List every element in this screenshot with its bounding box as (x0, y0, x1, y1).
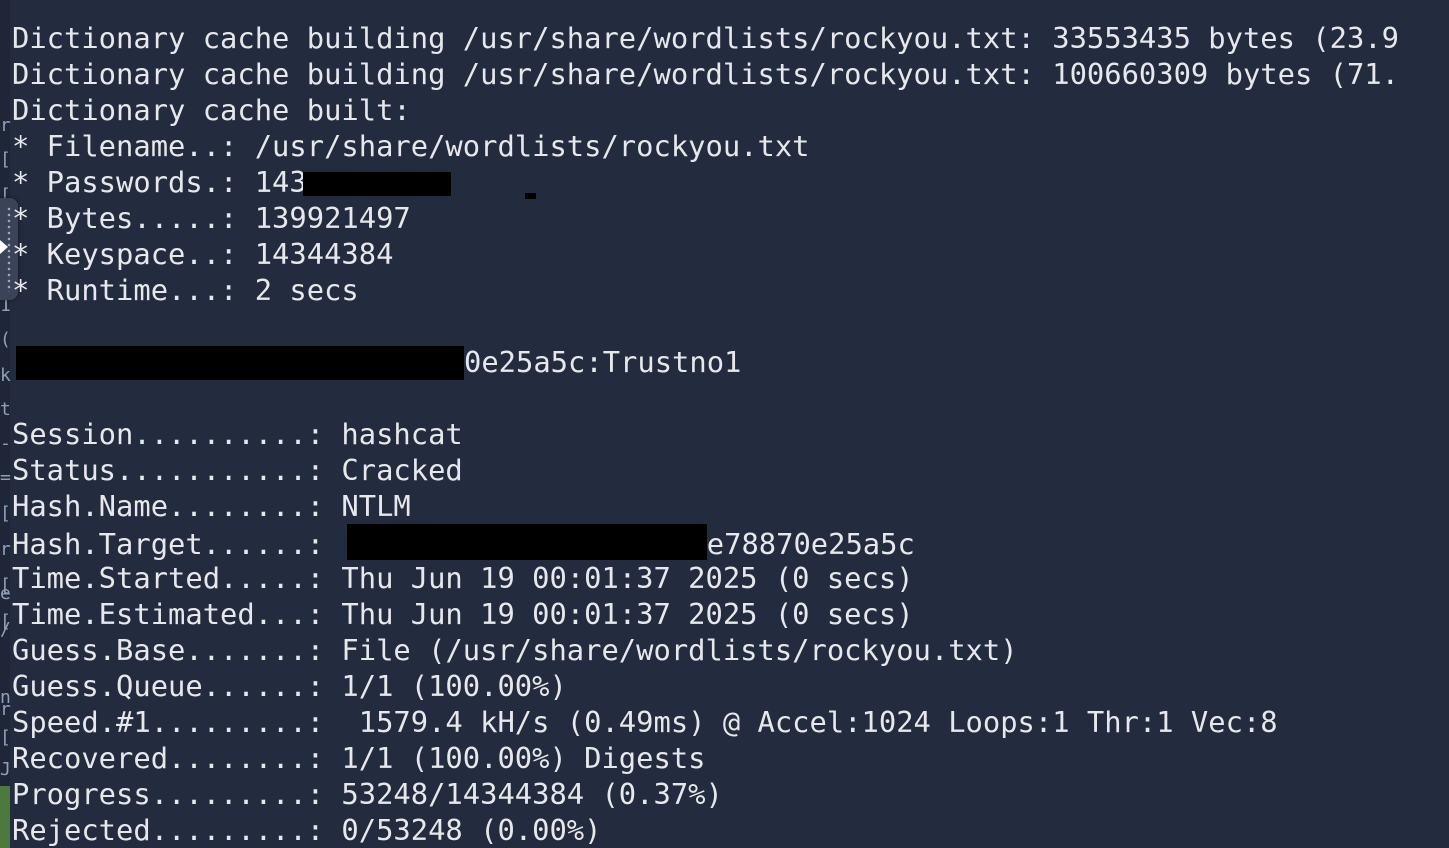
output-line: Time.Estimated...: Thu Jun 19 00:01:37 2… (12, 597, 914, 631)
output-line: Rejected.........: 0/53248 (0.00%) (12, 813, 602, 847)
output-line-blank (12, 308, 1449, 344)
output-line-hash-target: Hash.Target......: (e78870e25a5c (12, 524, 1449, 560)
edge-char: ( (0, 329, 11, 350)
output-line: Status...........: Cracked (12, 453, 463, 487)
edge-char: r (0, 115, 11, 136)
output-line: Dictionary cache building /usr/share/wor… (12, 57, 1399, 91)
output-line: * Runtime...: 2 secs (12, 273, 359, 307)
output-line: * Bytes.....: 139921497 (12, 201, 411, 235)
edge-char: / (0, 619, 11, 640)
output-line: Guess.Queue......: 1/1 (100.00%) (12, 669, 567, 703)
edge-char: [ (0, 149, 11, 170)
edge-char: r (0, 539, 11, 560)
edge-char: k (0, 365, 11, 386)
output-line: * Filename..: /usr/share/wordlists/rocky… (12, 129, 810, 163)
output-line: Speed.#1.........: 1579.4 kH/s (0.49ms) … (12, 705, 1278, 739)
output-line: Dictionary cache building /usr/share/wor… (12, 21, 1399, 55)
redaction-box (346, 524, 707, 560)
output-line: Time.Started.....: Thu Jun 19 00:01:37 2… (12, 561, 914, 595)
output-line: Progress.........: 53248/14344384 (0.37%… (12, 777, 723, 811)
hash-target-suffix: e78870e25a5c (706, 527, 915, 560)
redaction-box (302, 172, 451, 196)
redaction-box (16, 346, 464, 380)
output-line: Dictionary cache built: (12, 93, 411, 127)
edge-char: [ (0, 727, 11, 748)
output-line: Hash.Name........: NTLM (12, 489, 411, 523)
edge-char: t (0, 399, 11, 420)
edge-char: = (0, 467, 11, 488)
background-window-green-edge (0, 786, 10, 848)
terminal-window[interactable]: r [ [ 1 ( k t - = [ r [ [ e / n r [ J Di… (0, 0, 1449, 848)
hash-target-label: Hash.Target......: (12, 527, 342, 560)
edge-char: - (0, 433, 11, 454)
edge-char: [ (0, 503, 11, 524)
output-line-blank (12, 380, 1449, 416)
passwords-text: * Passwords.: 143 (12, 165, 307, 199)
expand-arrow-icon (0, 240, 8, 254)
output-line: Guess.Base.......: File (/usr/share/word… (12, 633, 1018, 667)
output-line: Recovered........: 1/1 (100.00%) Digests (12, 741, 706, 775)
output-line: * Keyspace..: 14344384 (12, 237, 394, 271)
edge-char: r (0, 699, 11, 720)
background-window-edge: r [ [ 1 ( k t - = [ r [ [ e / n r [ J (0, 0, 11, 848)
edge-char: J (0, 759, 11, 780)
edge-char: e (0, 583, 11, 604)
cracked-hash-text: 0e25a5c:Trustno1 (464, 345, 742, 379)
output-line-cracked: 0e25a5c:Trustno1 (12, 344, 1449, 380)
output-line-passwords: * Passwords.: 143 (12, 164, 1449, 200)
terminal-output: Dictionary cache building /usr/share/wor… (12, 20, 1449, 848)
output-line: Session..........: hashcat (12, 417, 463, 451)
